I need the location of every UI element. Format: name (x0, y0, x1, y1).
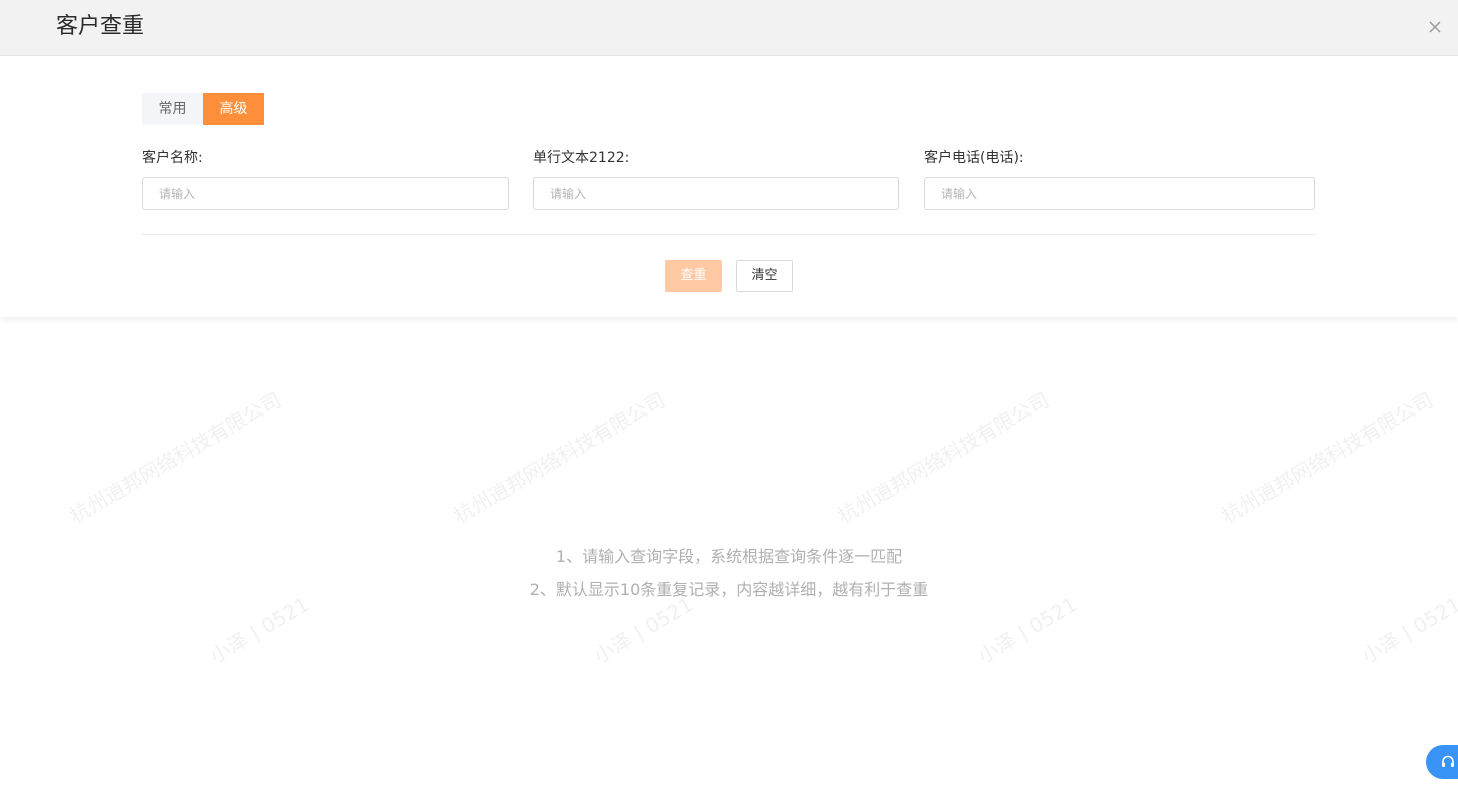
single-line-text-input[interactable] (533, 177, 899, 210)
watermark-company: 杭州逍邦网络科技有限公司 (1217, 387, 1438, 529)
customer-phone-label: 客户电话(电话): (924, 150, 1024, 166)
close-icon (1429, 21, 1441, 33)
mode-tabs: 常用 高级 (142, 93, 264, 125)
dialog-title: 客户查重 (56, 14, 145, 39)
search-panel: 常用 高级 客户名称: 单行文本2122: 客户电话(电话): 查重 清空 (0, 56, 1458, 317)
clear-button[interactable]: 清空 (736, 260, 793, 292)
hint-line-1: 1、请输入查询字段，系统根据查询条件逐一匹配 (555, 547, 903, 566)
watermark-company: 杭州逍邦网络科技有限公司 (449, 387, 670, 529)
empty-hints: 1、请输入查询字段，系统根据查询条件逐一匹配 2、默认显示10条重复记录，内容越… (0, 540, 1458, 606)
close-button[interactable] (1424, 16, 1446, 38)
dialog-header: 客户查重 (0, 0, 1458, 56)
hint-line-2: 2、默认显示10条重复记录，内容越详细，越有利于查重 (529, 580, 929, 599)
watermark-company: 杭州逍邦网络科技有限公司 (833, 387, 1054, 529)
tab-advanced[interactable]: 高级 (203, 93, 264, 125)
customer-phone-input[interactable] (924, 177, 1315, 210)
watermark-company: 杭州逍邦网络科技有限公司 (65, 387, 286, 529)
customer-name-label: 客户名称: (142, 150, 203, 166)
customer-name-input[interactable] (142, 177, 509, 210)
divider (142, 234, 1316, 235)
customer-service-button[interactable] (1426, 745, 1458, 779)
headset-icon (1442, 755, 1454, 767)
single-line-text-label: 单行文本2122: (533, 150, 630, 166)
query-button[interactable]: 查重 (665, 260, 722, 292)
tab-common[interactable]: 常用 (142, 93, 203, 125)
